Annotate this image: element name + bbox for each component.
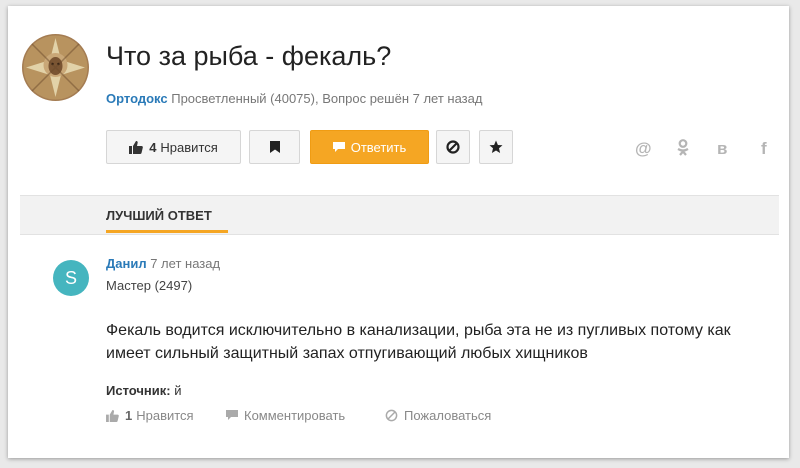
share-facebook[interactable]: f <box>761 139 767 159</box>
favorite-button[interactable] <box>479 130 513 164</box>
share-vkontakte[interactable]: в <box>717 139 727 159</box>
bookmark-icon <box>269 141 280 153</box>
question-card: Что за рыба - фекаль? Ортодокс Просветле… <box>8 6 789 458</box>
report-label: Пожаловаться <box>404 408 492 423</box>
block-icon <box>446 140 460 154</box>
share-odnoklassniki[interactable] <box>676 139 690 162</box>
star-icon <box>489 140 503 153</box>
answer-author-rank: Мастер (2497) <box>106 278 193 293</box>
answer-author-line: Данил 7 лет назад <box>106 256 220 271</box>
question-meta: Ортодокс Просветленный (40075), Вопрос р… <box>106 91 482 106</box>
bookmark-button[interactable] <box>249 130 300 164</box>
author-avatar[interactable] <box>22 34 89 101</box>
answer-like-count: 1 <box>125 408 133 423</box>
answer-author-avatar[interactable]: S <box>53 260 89 296</box>
best-answer-label: ЛУЧШИЙ ОТВЕТ <box>106 208 212 223</box>
question-title: Что за рыба - фекаль? <box>106 41 392 71</box>
report-icon <box>385 409 398 422</box>
comment-button[interactable]: Комментировать <box>226 408 345 423</box>
answer-like-button[interactable]: 1 Нравится <box>106 408 194 423</box>
like-button[interactable]: 4 Нравится <box>106 130 241 164</box>
answer-button[interactable]: Ответить <box>310 130 429 164</box>
source-label: Источник: <box>106 383 171 398</box>
comment-icon <box>226 410 238 420</box>
like-label: Нравится <box>160 139 218 155</box>
report-button[interactable]: Пожаловаться <box>385 408 491 423</box>
best-answer-header: ЛУЧШИЙ ОТВЕТ <box>20 195 779 235</box>
answer-time: 7 лет назад <box>150 256 221 271</box>
answer-text: Фекаль водится исключительно в канализац… <box>106 322 731 362</box>
speech-bubble-icon <box>332 141 345 152</box>
answer-source: Источник: й <box>106 383 182 398</box>
thumbs-up-icon <box>106 409 119 422</box>
answer-like-label: Нравится <box>136 408 194 423</box>
like-count: 4 <box>149 139 157 155</box>
comment-label: Комментировать <box>244 408 346 423</box>
question-author-link[interactable]: Ортодокс <box>106 91 168 106</box>
question-author-status: Просветленный (40075), Вопрос решён 7 ле… <box>171 91 483 106</box>
share-mail[interactable]: @ <box>635 139 652 159</box>
odnoklassniki-icon <box>677 139 689 156</box>
best-answer-underline <box>106 230 228 233</box>
thumbs-up-icon <box>129 140 144 154</box>
source-value: й <box>174 383 182 398</box>
answer-label: Ответить <box>350 139 407 155</box>
answer-author-link[interactable]: Данил <box>106 256 147 271</box>
block-button[interactable] <box>436 130 470 164</box>
